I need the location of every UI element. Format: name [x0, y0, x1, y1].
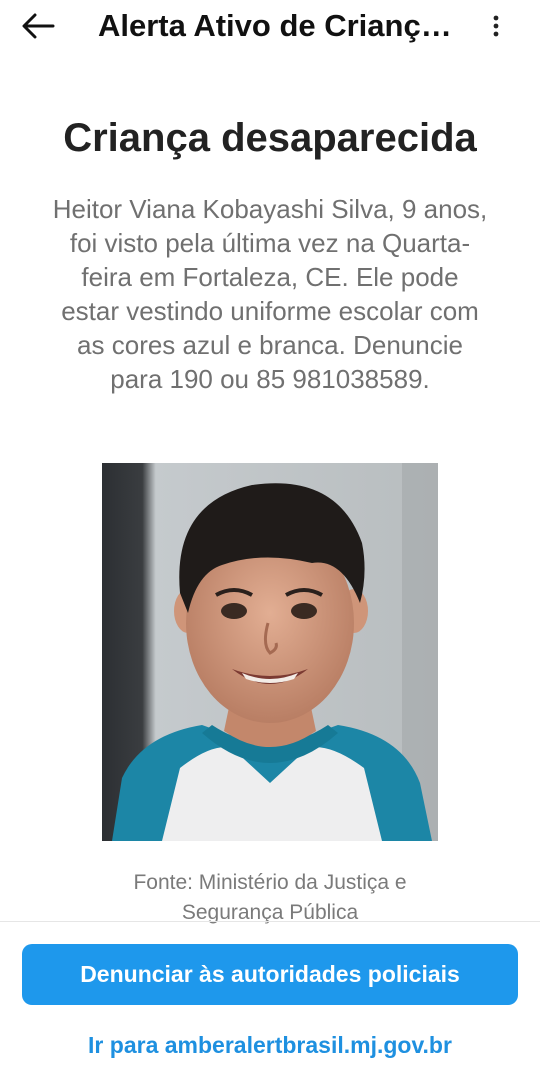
amber-alert-site-link[interactable]: Ir para amberalertbrasil.mj.gov.br — [0, 1029, 540, 1061]
alert-headline: Criança desaparecida — [63, 116, 477, 160]
back-button[interactable] — [18, 10, 58, 42]
source-credit: Fonte: Ministério da Justiça e Segurança… — [133, 871, 407, 924]
divider — [0, 921, 540, 922]
more-options-button[interactable] — [480, 10, 512, 42]
more-vertical-icon — [493, 15, 499, 37]
report-to-police-button[interactable]: Denunciar às autoridades policiais — [22, 944, 518, 1005]
child-portrait-image — [102, 463, 438, 841]
alert-description: Heitor Viana Kobayashi Silva, 9 anos, fo… — [52, 194, 488, 394]
missing-child-photo — [102, 463, 438, 841]
arrow-left-icon — [22, 13, 55, 39]
top-app-bar: Alerta Ativo de Criança desaparecida — [0, 0, 540, 52]
app-bar-title: Alerta Ativo de Criança desaparecida — [98, 8, 468, 43]
